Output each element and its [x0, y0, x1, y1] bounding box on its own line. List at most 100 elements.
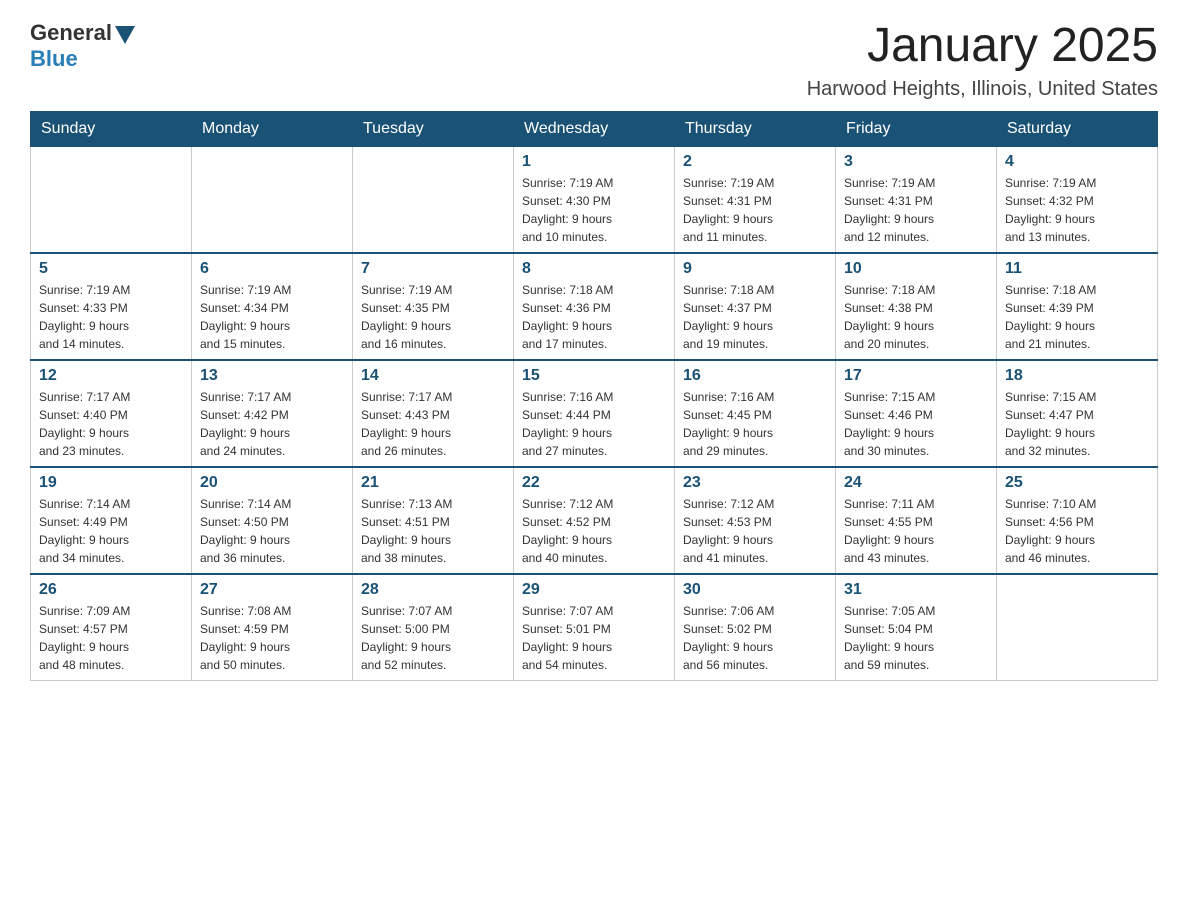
- day-info: Sunrise: 7:08 AM Sunset: 4:59 PM Dayligh…: [200, 602, 344, 674]
- day-info: Sunrise: 7:05 AM Sunset: 5:04 PM Dayligh…: [844, 602, 988, 674]
- day-number: 12: [39, 367, 183, 385]
- day-number: 8: [522, 260, 666, 278]
- day-info: Sunrise: 7:18 AM Sunset: 4:37 PM Dayligh…: [683, 281, 827, 353]
- calendar-cell-2: 2 Sunrise: 7:19 AM Sunset: 4:31 PM Daylig…: [675, 146, 836, 253]
- title-section: January 2025 Harwood Heights, Illinois, …: [807, 20, 1158, 101]
- day-number: 24: [844, 474, 988, 492]
- day-number: 28: [361, 581, 505, 599]
- calendar-cell-24: 24 Sunrise: 7:11 AM Sunset: 4:55 PM Dayli…: [836, 467, 997, 574]
- calendar-header-tuesday: Tuesday: [353, 111, 514, 146]
- day-number: 20: [200, 474, 344, 492]
- calendar-header-wednesday: Wednesday: [514, 111, 675, 146]
- logo: General Blue: [30, 20, 135, 72]
- calendar-cell-16: 16Sunrise: 7:16 AM Sunset: 4:45 PM Dayli…: [675, 360, 836, 467]
- calendar-cell-18: 18 Sunrise: 7:15 AM Sunset: 4:47 PM Dayli…: [997, 360, 1158, 467]
- calendar-cell-19: 19Sunrise: 7:14 AM Sunset: 4:49 PM Dayli…: [31, 467, 192, 574]
- calendar-header-monday: Monday: [192, 111, 353, 146]
- day-info: Sunrise: 7:19 AM Sunset: 4:33 PM Dayligh…: [39, 281, 183, 353]
- calendar-cell-28: 28 Sunrise: 7:07 AM Sunset: 5:00 PM Dayli…: [353, 574, 514, 681]
- calendar-week-row: 26 Sunrise: 7:09 AM Sunset: 4:57 PM Dayli…: [31, 574, 1158, 681]
- day-info: Sunrise: 7:07 AM Sunset: 5:01 PM Dayligh…: [522, 602, 666, 674]
- day-info: Sunrise: 7:18 AM Sunset: 4:38 PM Dayligh…: [844, 281, 988, 353]
- day-number: 21: [361, 474, 505, 492]
- calendar-week-row: 12 Sunrise: 7:17 AM Sunset: 4:40 PM Dayli…: [31, 360, 1158, 467]
- logo-general: General: [30, 20, 135, 46]
- day-info: Sunrise: 7:14 AM Sunset: 4:50 PM Dayligh…: [200, 495, 344, 567]
- day-number: 25: [1005, 474, 1149, 492]
- day-number: 26: [39, 581, 183, 599]
- day-number: 19: [39, 474, 183, 492]
- calendar-cell-30: 30 Sunrise: 7:06 AM Sunset: 5:02 PM Dayli…: [675, 574, 836, 681]
- calendar-cell-10: 10 Sunrise: 7:18 AM Sunset: 4:38 PM Dayli…: [836, 253, 997, 360]
- calendar-cell-27: 27Sunrise: 7:08 AM Sunset: 4:59 PM Dayli…: [192, 574, 353, 681]
- day-number: 1: [522, 153, 666, 171]
- calendar-cell-15: 15 Sunrise: 7:16 AM Sunset: 4:44 PM Dayli…: [514, 360, 675, 467]
- day-info: Sunrise: 7:18 AM Sunset: 4:36 PM Dayligh…: [522, 281, 666, 353]
- day-info: Sunrise: 7:17 AM Sunset: 4:40 PM Dayligh…: [39, 388, 183, 460]
- day-number: 31: [844, 581, 988, 599]
- month-title: January 2025: [807, 20, 1158, 73]
- calendar-cell-31: 31 Sunrise: 7:05 AM Sunset: 5:04 PM Dayli…: [836, 574, 997, 681]
- day-info: Sunrise: 7:19 AM Sunset: 4:31 PM Dayligh…: [844, 174, 988, 246]
- day-info: Sunrise: 7:12 AM Sunset: 4:52 PM Dayligh…: [522, 495, 666, 567]
- day-number: 15: [522, 367, 666, 385]
- day-number: 4: [1005, 153, 1149, 171]
- calendar-cell-12: 12 Sunrise: 7:17 AM Sunset: 4:40 PM Dayli…: [31, 360, 192, 467]
- day-info: Sunrise: 7:11 AM Sunset: 4:55 PM Dayligh…: [844, 495, 988, 567]
- day-number: 2: [683, 153, 827, 171]
- calendar-cell-empty: [997, 574, 1158, 681]
- calendar-header-sunday: Sunday: [31, 111, 192, 146]
- day-number: 16: [683, 367, 827, 385]
- calendar-table: SundayMondayTuesdayWednesdayThursdayFrid…: [30, 111, 1158, 681]
- day-info: Sunrise: 7:16 AM Sunset: 4:44 PM Dayligh…: [522, 388, 666, 460]
- calendar-header-thursday: Thursday: [675, 111, 836, 146]
- page-header: General Blue January 2025 Harwood Height…: [30, 20, 1158, 101]
- day-number: 11: [1005, 260, 1149, 278]
- day-info: Sunrise: 7:10 AM Sunset: 4:56 PM Dayligh…: [1005, 495, 1149, 567]
- day-number: 3: [844, 153, 988, 171]
- day-info: Sunrise: 7:09 AM Sunset: 4:57 PM Dayligh…: [39, 602, 183, 674]
- calendar-cell-11: 11 Sunrise: 7:18 AM Sunset: 4:39 PM Dayli…: [997, 253, 1158, 360]
- day-info: Sunrise: 7:19 AM Sunset: 4:31 PM Dayligh…: [683, 174, 827, 246]
- calendar-cell-29: 29 Sunrise: 7:07 AM Sunset: 5:01 PM Dayli…: [514, 574, 675, 681]
- calendar-week-row: 19Sunrise: 7:14 AM Sunset: 4:49 PM Dayli…: [31, 467, 1158, 574]
- day-info: Sunrise: 7:19 AM Sunset: 4:34 PM Dayligh…: [200, 281, 344, 353]
- calendar-cell-17: 17Sunrise: 7:15 AM Sunset: 4:46 PM Dayli…: [836, 360, 997, 467]
- calendar-cell-empty: [192, 146, 353, 253]
- calendar-cell-22: 22 Sunrise: 7:12 AM Sunset: 4:52 PM Dayli…: [514, 467, 675, 574]
- day-info: Sunrise: 7:17 AM Sunset: 4:43 PM Dayligh…: [361, 388, 505, 460]
- calendar-cell-1: 1 Sunrise: 7:19 AM Sunset: 4:30 PM Daylig…: [514, 146, 675, 253]
- day-number: 10: [844, 260, 988, 278]
- day-info: Sunrise: 7:19 AM Sunset: 4:35 PM Dayligh…: [361, 281, 505, 353]
- day-info: Sunrise: 7:19 AM Sunset: 4:30 PM Dayligh…: [522, 174, 666, 246]
- day-number: 13: [200, 367, 344, 385]
- day-info: Sunrise: 7:15 AM Sunset: 4:47 PM Dayligh…: [1005, 388, 1149, 460]
- calendar-cell-8: 8 Sunrise: 7:18 AM Sunset: 4:36 PM Daylig…: [514, 253, 675, 360]
- day-number: 29: [522, 581, 666, 599]
- day-number: 14: [361, 367, 505, 385]
- day-info: Sunrise: 7:06 AM Sunset: 5:02 PM Dayligh…: [683, 602, 827, 674]
- calendar-week-row: 5Sunrise: 7:19 AM Sunset: 4:33 PM Daylig…: [31, 253, 1158, 360]
- day-info: Sunrise: 7:19 AM Sunset: 4:32 PM Dayligh…: [1005, 174, 1149, 246]
- calendar-cell-23: 23Sunrise: 7:12 AM Sunset: 4:53 PM Dayli…: [675, 467, 836, 574]
- calendar-cell-14: 14 Sunrise: 7:17 AM Sunset: 4:43 PM Dayli…: [353, 360, 514, 467]
- day-number: 30: [683, 581, 827, 599]
- day-info: Sunrise: 7:13 AM Sunset: 4:51 PM Dayligh…: [361, 495, 505, 567]
- calendar-header-row: SundayMondayTuesdayWednesdayThursdayFrid…: [31, 111, 1158, 146]
- calendar-cell-13: 13 Sunrise: 7:17 AM Sunset: 4:42 PM Dayli…: [192, 360, 353, 467]
- calendar-cell-25: 25 Sunrise: 7:10 AM Sunset: 4:56 PM Dayli…: [997, 467, 1158, 574]
- day-info: Sunrise: 7:07 AM Sunset: 5:00 PM Dayligh…: [361, 602, 505, 674]
- logo-general-text: General: [30, 20, 112, 46]
- day-info: Sunrise: 7:17 AM Sunset: 4:42 PM Dayligh…: [200, 388, 344, 460]
- day-info: Sunrise: 7:18 AM Sunset: 4:39 PM Dayligh…: [1005, 281, 1149, 353]
- day-number: 17: [844, 367, 988, 385]
- calendar-cell-empty: [353, 146, 514, 253]
- calendar-cell-21: 21 Sunrise: 7:13 AM Sunset: 4:51 PM Dayli…: [353, 467, 514, 574]
- day-number: 23: [683, 474, 827, 492]
- calendar-header-saturday: Saturday: [997, 111, 1158, 146]
- calendar-cell-7: 7Sunrise: 7:19 AM Sunset: 4:35 PM Daylig…: [353, 253, 514, 360]
- location-subtitle: Harwood Heights, Illinois, United States: [807, 78, 1158, 101]
- day-number: 18: [1005, 367, 1149, 385]
- calendar-cell-5: 5Sunrise: 7:19 AM Sunset: 4:33 PM Daylig…: [31, 253, 192, 360]
- day-number: 22: [522, 474, 666, 492]
